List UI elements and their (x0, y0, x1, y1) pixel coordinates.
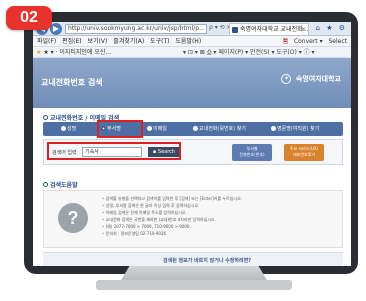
favorites-star-icon[interactable]: ★ (36, 49, 41, 56)
command-bar[interactable]: ▾ ⊡ ▾ ⊠ ⎙ ▾ 페이지(P) ▾ 안전(S) ▾ 도구(O) ▾ ⓘ ▾ (183, 47, 315, 58)
favicon-icon (232, 27, 238, 33)
convert-icon: 🖹 (283, 38, 288, 45)
forward-arrow-icon[interactable]: ▶ (50, 23, 62, 35)
guide-panel: ? 검색할 유형을 선택하고 검색어를 입력한 후 [검색] 또는 [Enter… (43, 190, 343, 248)
guide-section-title: 검색도움말 (43, 180, 78, 189)
menu-view[interactable]: 보기(V) (88, 38, 108, 45)
highlight-box-search (47, 142, 181, 160)
radio-extension[interactable]: 교내전화(뒷번호) 찾기 (193, 125, 246, 132)
page-title: 교내전화번호 검색 (41, 78, 103, 87)
menu-file[interactable]: 파일(F) (37, 38, 56, 45)
guide-item: 검색할 유형을 선택하고 검색어를 입력한 후 [검색] 또는 [Enter]키… (102, 195, 242, 202)
step-badge: 02 (6, 6, 52, 30)
department-phone-button[interactable]: 부서별 전화번호(번호) (232, 144, 272, 161)
radio-email[interactable]: 이메일 (147, 125, 167, 132)
url-input[interactable]: http://univ.sookmyung.ac.kr/univ/jsp/htm… (65, 24, 207, 34)
home-star-gear-icons[interactable]: ⌂ ★ ⚙ (316, 24, 347, 32)
guide-item: 이메일 검색은 전체 이메일 주소를 입력하십시오. (102, 209, 242, 216)
radio-icon (193, 126, 198, 131)
search-type-radio-group: 성명 부서명 이메일 교내전화(뒷번호) 찾기 영문명(여직원) 찾기 (43, 122, 343, 136)
radio-icon (271, 126, 276, 131)
guide-list: 검색할 유형을 선택하고 검색어를 입력한 후 [검색] 또는 [Enter]키… (102, 195, 242, 237)
menu-tools[interactable]: 도구(T) (150, 38, 169, 45)
radio-icon (61, 126, 66, 131)
close-tab-icon[interactable]: ✕ (301, 24, 306, 35)
question-mark-icon: ? (58, 203, 88, 233)
emblem-icon: ✦ (281, 74, 292, 84)
browser-tab[interactable]: 숙명여자대학교 교내전화... ✕ (229, 23, 309, 35)
guide-item: 성명, 부서명 검색은 한 글자 이상 입력 후 검색하십시오. (102, 202, 242, 209)
main-service-button[interactable]: 주요 서비스(UX) 대표번호찾기 (284, 144, 324, 161)
footer-strip: 검색된 정보가 바르지 않거나 수정하려면? (43, 252, 343, 266)
menu-favorites[interactable]: 즐겨찾기(A) (113, 38, 144, 45)
bullet-icon (43, 115, 48, 120)
radio-icon (147, 126, 152, 131)
guide-item: 문의처 : 정보운영팀 02-710-9026 (102, 230, 242, 237)
guide-item: 교내전화 검색은 국번을 제외한 (교내)번호 4자리만 입력하십시오. (102, 216, 242, 223)
monitor-stand-base (96, 280, 292, 290)
tab-title: 숙명여자대학교 교내전화... (240, 26, 309, 33)
menu-help[interactable]: 도움말(H) (175, 38, 201, 45)
page-header: 교내전화번호 검색 ✦ 숙명여자대학교 (33, 58, 351, 108)
browser-screen: ◀ ▶ http://univ.sookmyung.ac.kr/univ/jsp… (33, 22, 351, 266)
correction-link[interactable]: 검색된 정보가 바르지 않거나 수정하려면? (163, 257, 251, 264)
menu-bar: 파일(F) 편집(E) 보기(V) 즐겨찾기(A) 도구(T) 도움말(H) 🖹… (33, 36, 351, 47)
favorites-bar: ★ ★ ▾ · 이지티지인에 오신... ▾ ⊡ ▾ ⊠ ⎙ ▾ 페이지(P) … (33, 47, 351, 58)
radio-name[interactable]: 성명 (61, 125, 76, 132)
university-logo[interactable]: ✦ 숙명여자대학교 (281, 74, 341, 84)
address-bar: ◀ ▶ http://univ.sookmyung.ac.kr/univ/jsp… (33, 22, 351, 36)
favorites-link[interactable]: ★ ▾ · 이지티지인에 오신... (43, 49, 111, 56)
bullet-icon (43, 182, 48, 187)
convert-button[interactable]: 🖹 Convert ▾ Select (283, 36, 347, 47)
guide-item: (예) 2077-7000 > 7000, 710-9000 > 9000 (102, 223, 242, 230)
highlight-box-department (97, 120, 143, 138)
menu-edit[interactable]: 편집(E) (62, 38, 82, 45)
radio-english-name[interactable]: 영문명(여직원) 찾기 (271, 125, 319, 132)
